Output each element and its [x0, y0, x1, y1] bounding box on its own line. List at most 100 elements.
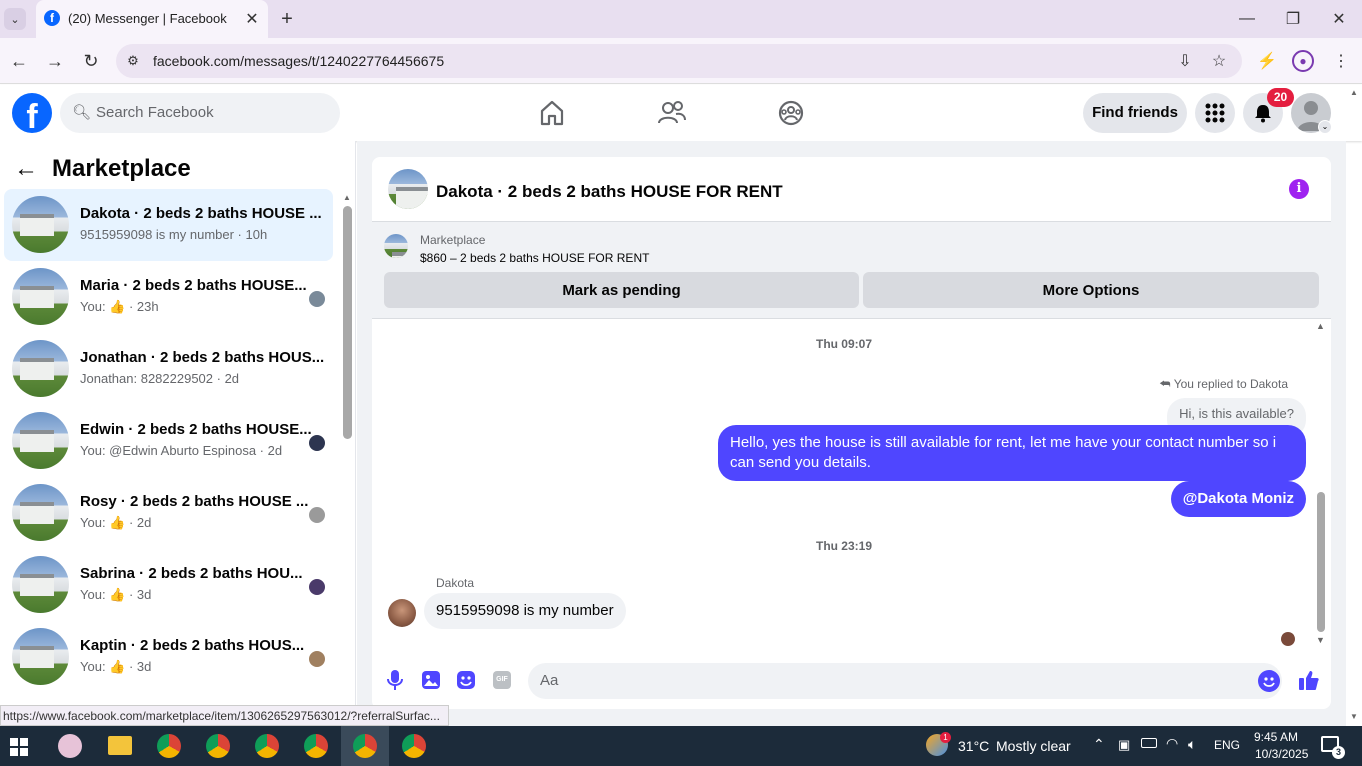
conversation-preview: You: 👍 · 2d — [80, 515, 152, 530]
photo-icon[interactable] — [421, 670, 441, 690]
chrome-profile-icon[interactable] — [206, 734, 230, 758]
more-options-button[interactable]: More Options — [863, 272, 1319, 308]
listing-label: Marketplace — [420, 233, 486, 247]
info-icon[interactable]: i — [1289, 179, 1309, 199]
listing-thumbnail — [12, 196, 69, 253]
weather-desc[interactable]: Mostly clear — [996, 738, 1071, 754]
volume-icon[interactable]: 🔈︎ — [1188, 736, 1196, 753]
conversation-item[interactable]: Rosy · 2 beds 2 baths HOUSE ... You: 👍 · … — [4, 477, 333, 549]
listing-thumbnail — [12, 268, 69, 325]
url-field[interactable]: ⚙ facebook.com/messages/t/12402277644566… — [116, 44, 1242, 78]
home-icon[interactable] — [536, 97, 568, 129]
bookmark-star-icon[interactable]: ☆ — [1208, 50, 1230, 72]
menu-grid-icon[interactable] — [1195, 93, 1235, 133]
listing-thumbnail — [12, 340, 69, 397]
clock-time[interactable]: 9:45 AM — [1254, 730, 1298, 744]
file-explorer-icon[interactable] — [108, 736, 132, 755]
account-chevron-icon[interactable]: ⌄ — [1318, 120, 1332, 134]
windows-taskbar: 1 31°C Mostly clear ⌃ ▣ ◠ 🔈︎ ENG 9:45 AM… — [0, 726, 1362, 766]
scroll-up-arrow-icon[interactable]: ▲ — [343, 193, 351, 202]
chat-scroll-up-icon[interactable]: ▲ — [1316, 321, 1325, 331]
listing-bar: Marketplace $860 – 2 beds 2 baths HOUSE … — [372, 221, 1331, 319]
tray-chevron-icon[interactable]: ⌃ — [1093, 736, 1105, 753]
notification-badge: 20 — [1267, 88, 1294, 107]
chrome-profile-icon[interactable] — [157, 734, 181, 758]
microphone-icon[interactable] — [385, 669, 405, 691]
page-scrollbar-down-icon[interactable]: ▼ — [1350, 712, 1358, 721]
friends-icon[interactable] — [656, 97, 688, 129]
facebook-header: f 🔍︎ Search Facebook Find friends 20 ⌄ — [0, 85, 1362, 141]
back-icon[interactable]: ← — [8, 50, 30, 72]
search-input[interactable]: 🔍︎ Search Facebook — [60, 93, 340, 133]
listing-thumbnail[interactable] — [388, 169, 428, 209]
list-scrollbar[interactable] — [343, 206, 352, 439]
thumbs-up-icon[interactable] — [1298, 669, 1320, 691]
link-status-tooltip: https://www.facebook.com/marketplace/ite… — [0, 705, 449, 726]
wifi-icon[interactable]: ◠ — [1166, 735, 1178, 752]
facebook-favicon-icon: f — [44, 10, 60, 26]
conversation-item[interactable]: Dakota · 2 beds 2 baths HOUSE ... 9515959… — [4, 189, 333, 261]
reload-icon[interactable]: ↻ — [80, 50, 102, 72]
meet-icon[interactable]: ▣ — [1118, 737, 1130, 753]
battery-icon[interactable] — [1141, 738, 1157, 748]
weather-temp[interactable]: 31°C — [958, 738, 989, 754]
site-info-icon[interactable]: ⚙ — [122, 50, 144, 72]
chat-scroll-down-icon[interactable]: ▼ — [1316, 635, 1325, 645]
conversation-preview: You: 👍 · 3d — [80, 659, 152, 674]
received-message-bubble[interactable]: 9515959098 is my number — [424, 593, 626, 629]
groups-icon[interactable] — [775, 97, 807, 129]
facebook-logo-icon[interactable]: f — [12, 93, 52, 133]
read-receipt-avatar — [309, 579, 325, 595]
emoji-icon[interactable] — [1258, 670, 1280, 692]
close-tab-icon[interactable]: ✕ — [242, 9, 262, 29]
browser-menu-icon[interactable]: ⋮ — [1330, 50, 1352, 72]
sent-mention-bubble[interactable]: @Dakota Moniz — [1170, 481, 1306, 517]
sender-avatar[interactable] — [388, 599, 416, 627]
paint-app-icon[interactable] — [58, 734, 82, 758]
listing-thumbnail — [12, 484, 69, 541]
find-friends-button[interactable]: Find friends — [1083, 93, 1187, 133]
chrome-active-icon[interactable] — [353, 734, 377, 758]
replied-text: You replied to Dakota — [1173, 377, 1288, 391]
sent-message-bubble[interactable]: Hello, yes the house is still available … — [718, 425, 1306, 481]
conversation-item[interactable]: Edwin · 2 beds 2 baths HOUSE... You: @Edw… — [4, 405, 333, 477]
minimize-icon[interactable]: — — [1236, 8, 1258, 30]
extension-icon[interactable]: ⚡ — [1256, 50, 1278, 72]
new-tab-icon[interactable]: + — [276, 8, 298, 30]
chrome-profile-icon[interactable] — [255, 734, 279, 758]
tab-search-icon[interactable]: ⌄ — [4, 8, 26, 30]
profile-icon[interactable]: ● — [1292, 50, 1314, 72]
chat-scrollbar[interactable] — [1317, 492, 1325, 632]
chrome-profile-icon[interactable] — [402, 734, 426, 758]
replied-label: ⮪ You replied to Dakota — [1159, 377, 1288, 392]
page-scrollbar-up-icon[interactable]: ▲ — [1350, 88, 1358, 97]
conversation-item[interactable]: Kaptin · 2 beds 2 baths HOUS... You: 👍 · … — [4, 621, 333, 693]
listing-price[interactable]: $860 – 2 beds 2 baths HOUSE FOR RENT — [420, 251, 649, 265]
close-window-icon[interactable]: ✕ — [1328, 8, 1350, 30]
conversation-item[interactable]: Maria · 2 beds 2 baths HOUSE... You: 👍 · … — [4, 261, 333, 333]
chat-title[interactable]: Dakota · 2 beds 2 baths HOUSE FOR RENT — [436, 182, 783, 202]
chrome-profile-icon[interactable] — [304, 734, 328, 758]
sticker-icon[interactable] — [456, 670, 476, 690]
reply-arrow-icon: ⮪ — [1159, 377, 1174, 391]
message-input[interactable]: Aa — [528, 663, 1282, 699]
mark-as-pending-button[interactable]: Mark as pending — [384, 272, 859, 308]
search-icon: 🔍︎ — [72, 104, 92, 121]
windows-start-icon[interactable] — [10, 738, 28, 756]
conversation-title: Kaptin · 2 beds 2 baths HOUS... — [80, 637, 305, 654]
forward-icon[interactable]: → — [44, 50, 66, 72]
listing-thumbnail — [12, 412, 69, 469]
timestamp: Thu 23:19 — [815, 539, 872, 553]
language-indicator[interactable]: ENG — [1214, 738, 1240, 752]
install-app-icon[interactable]: ⇩ — [1174, 50, 1196, 72]
message-placeholder: Aa — [540, 672, 559, 689]
conversation-item[interactable]: Jonathan · 2 beds 2 baths HOUS... Jonatha… — [4, 333, 333, 405]
read-receipt-avatar — [309, 651, 325, 667]
conversation-preview: You: 👍 · 23h — [80, 299, 159, 314]
conversation-preview: Jonathan: 8282229502 · 2d — [80, 371, 240, 386]
browser-tab[interactable]: f (20) Messenger | Facebook ✕ — [36, 0, 268, 38]
back-arrow-icon[interactable]: ← — [14, 155, 38, 183]
restore-icon[interactable]: ❐ — [1282, 8, 1304, 30]
clock-date[interactable]: 10/3/2025 — [1255, 747, 1308, 761]
conversation-item[interactable]: Sabrina · 2 beds 2 baths HOU... You: 👍 · … — [4, 549, 333, 621]
